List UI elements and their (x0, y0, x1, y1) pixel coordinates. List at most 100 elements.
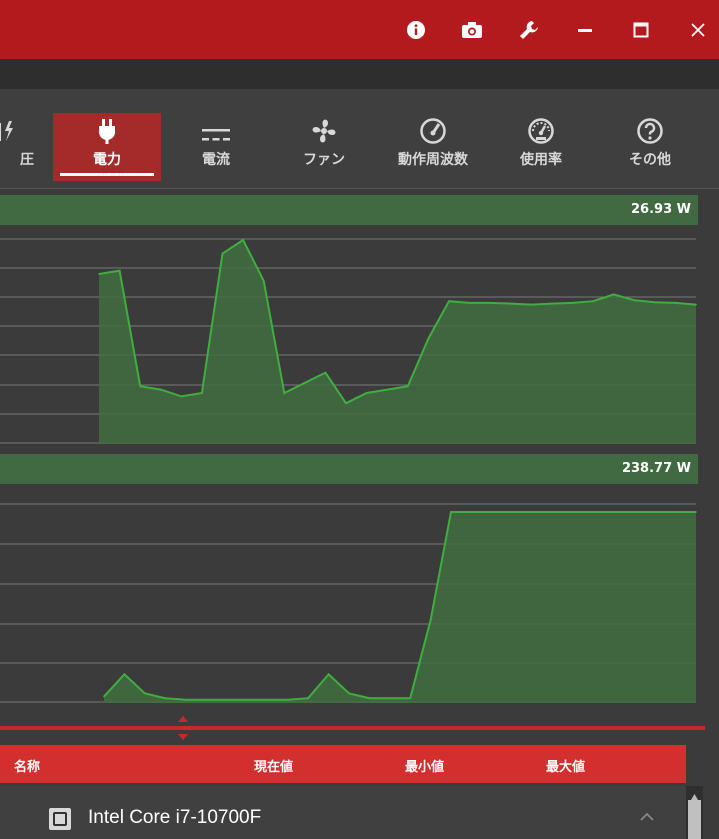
data-point (593, 511, 595, 513)
active-tab-underline (60, 173, 154, 176)
question-icon (596, 113, 704, 145)
data-point (571, 302, 574, 304)
data-point (429, 619, 432, 621)
tab-label: 圧 (20, 152, 34, 168)
chart2-header: 238.77 W (0, 454, 698, 484)
data-point (266, 699, 269, 701)
data-point (324, 371, 327, 374)
close-icon[interactable] (680, 12, 716, 48)
data-point (246, 699, 248, 701)
column-name[interactable]: 名称 (14, 756, 40, 775)
camera-icon[interactable] (454, 12, 490, 48)
tab-label: 電流 (202, 152, 230, 168)
data-point (201, 392, 203, 394)
data-point (144, 692, 146, 695)
fan-icon (270, 113, 378, 145)
chart1-plot (0, 238, 697, 444)
scroll-up-arrow-icon[interactable] (690, 787, 699, 800)
data-point (103, 695, 105, 698)
data-point (654, 511, 656, 513)
data-point (221, 252, 224, 255)
tab-clock[interactable]: 動作周波数 (379, 113, 487, 181)
wrench-icon[interactable] (511, 12, 547, 48)
data-point (180, 395, 183, 398)
data-point (633, 299, 635, 301)
data-point (654, 301, 656, 303)
data-point (327, 673, 330, 676)
tab-fan[interactable]: ファン (270, 113, 378, 181)
data-point (242, 239, 244, 241)
data-point (283, 392, 286, 394)
table-header: 名称 現在値 最小値 最大値 (0, 745, 686, 783)
column-max[interactable]: 最大値 (546, 756, 585, 775)
data-point (225, 699, 228, 701)
tab-label: 電力 (93, 152, 121, 168)
tab-usage[interactable]: 使用率 (487, 113, 595, 181)
data-point (160, 388, 162, 391)
data-point (205, 699, 207, 701)
data-point (427, 337, 430, 340)
data-point (368, 697, 371, 699)
tab-power[interactable]: 電力 (53, 113, 161, 181)
data-point (674, 302, 677, 304)
data-point (262, 280, 265, 282)
chart2-current-value: 238.77 W (621, 461, 691, 476)
tab-label: 使用率 (520, 152, 562, 168)
data-point (389, 697, 391, 699)
cpu-chip-icon (49, 808, 71, 830)
info-icon[interactable] (398, 12, 434, 48)
data-point (407, 385, 409, 387)
data-point (409, 697, 412, 699)
data-point (674, 511, 677, 513)
series-area (99, 240, 696, 444)
data-point (139, 385, 141, 387)
gauge-icon (487, 113, 595, 145)
maximize-icon[interactable] (623, 12, 659, 48)
data-point (468, 302, 471, 304)
series-area (104, 512, 696, 703)
data-point (304, 382, 306, 384)
device-name: Intel Core i7-10700F (88, 807, 262, 828)
resize-handle-icon[interactable] (175, 715, 191, 741)
minimize-icon[interactable] (567, 12, 603, 48)
title-bar (0, 0, 719, 59)
data-point (695, 303, 697, 306)
data-point (634, 511, 636, 513)
data-point (365, 392, 368, 394)
chevron-up-icon[interactable] (638, 808, 656, 826)
data-point (552, 511, 554, 513)
tab-other[interactable]: その他 (596, 113, 704, 181)
tab-voltage[interactable]: 圧 (0, 113, 54, 181)
data-point (612, 293, 615, 296)
data-point (184, 699, 187, 701)
toolbar-strip (0, 59, 719, 89)
data-point (592, 300, 594, 302)
data-point (345, 402, 347, 404)
data-point (164, 697, 166, 699)
tab-current[interactable]: 電流 (162, 113, 270, 181)
data-point (450, 511, 452, 513)
data-point (489, 302, 491, 304)
column-min[interactable]: 最小値 (405, 756, 444, 775)
plug-icon (53, 113, 161, 145)
panel-divider[interactable] (0, 726, 705, 730)
data-point (307, 697, 309, 699)
chart1-header: 26.93 W (0, 195, 698, 225)
tab-label: ファン (303, 152, 345, 168)
data-point (123, 673, 126, 676)
data-point (348, 692, 350, 695)
data-point (530, 303, 533, 306)
data-point (509, 302, 512, 305)
column-current[interactable]: 現在値 (254, 756, 293, 775)
data-point (613, 511, 616, 513)
chart2-plot (0, 503, 697, 703)
data-point (118, 269, 121, 272)
data-point (386, 388, 389, 391)
speedometer-icon (379, 113, 487, 145)
tab-label: その他 (629, 152, 671, 168)
scrollbar-thumb[interactable] (688, 800, 701, 839)
voltage-icon (0, 113, 54, 145)
data-point (695, 511, 697, 513)
current-icon (162, 113, 270, 145)
data-point (531, 511, 534, 513)
